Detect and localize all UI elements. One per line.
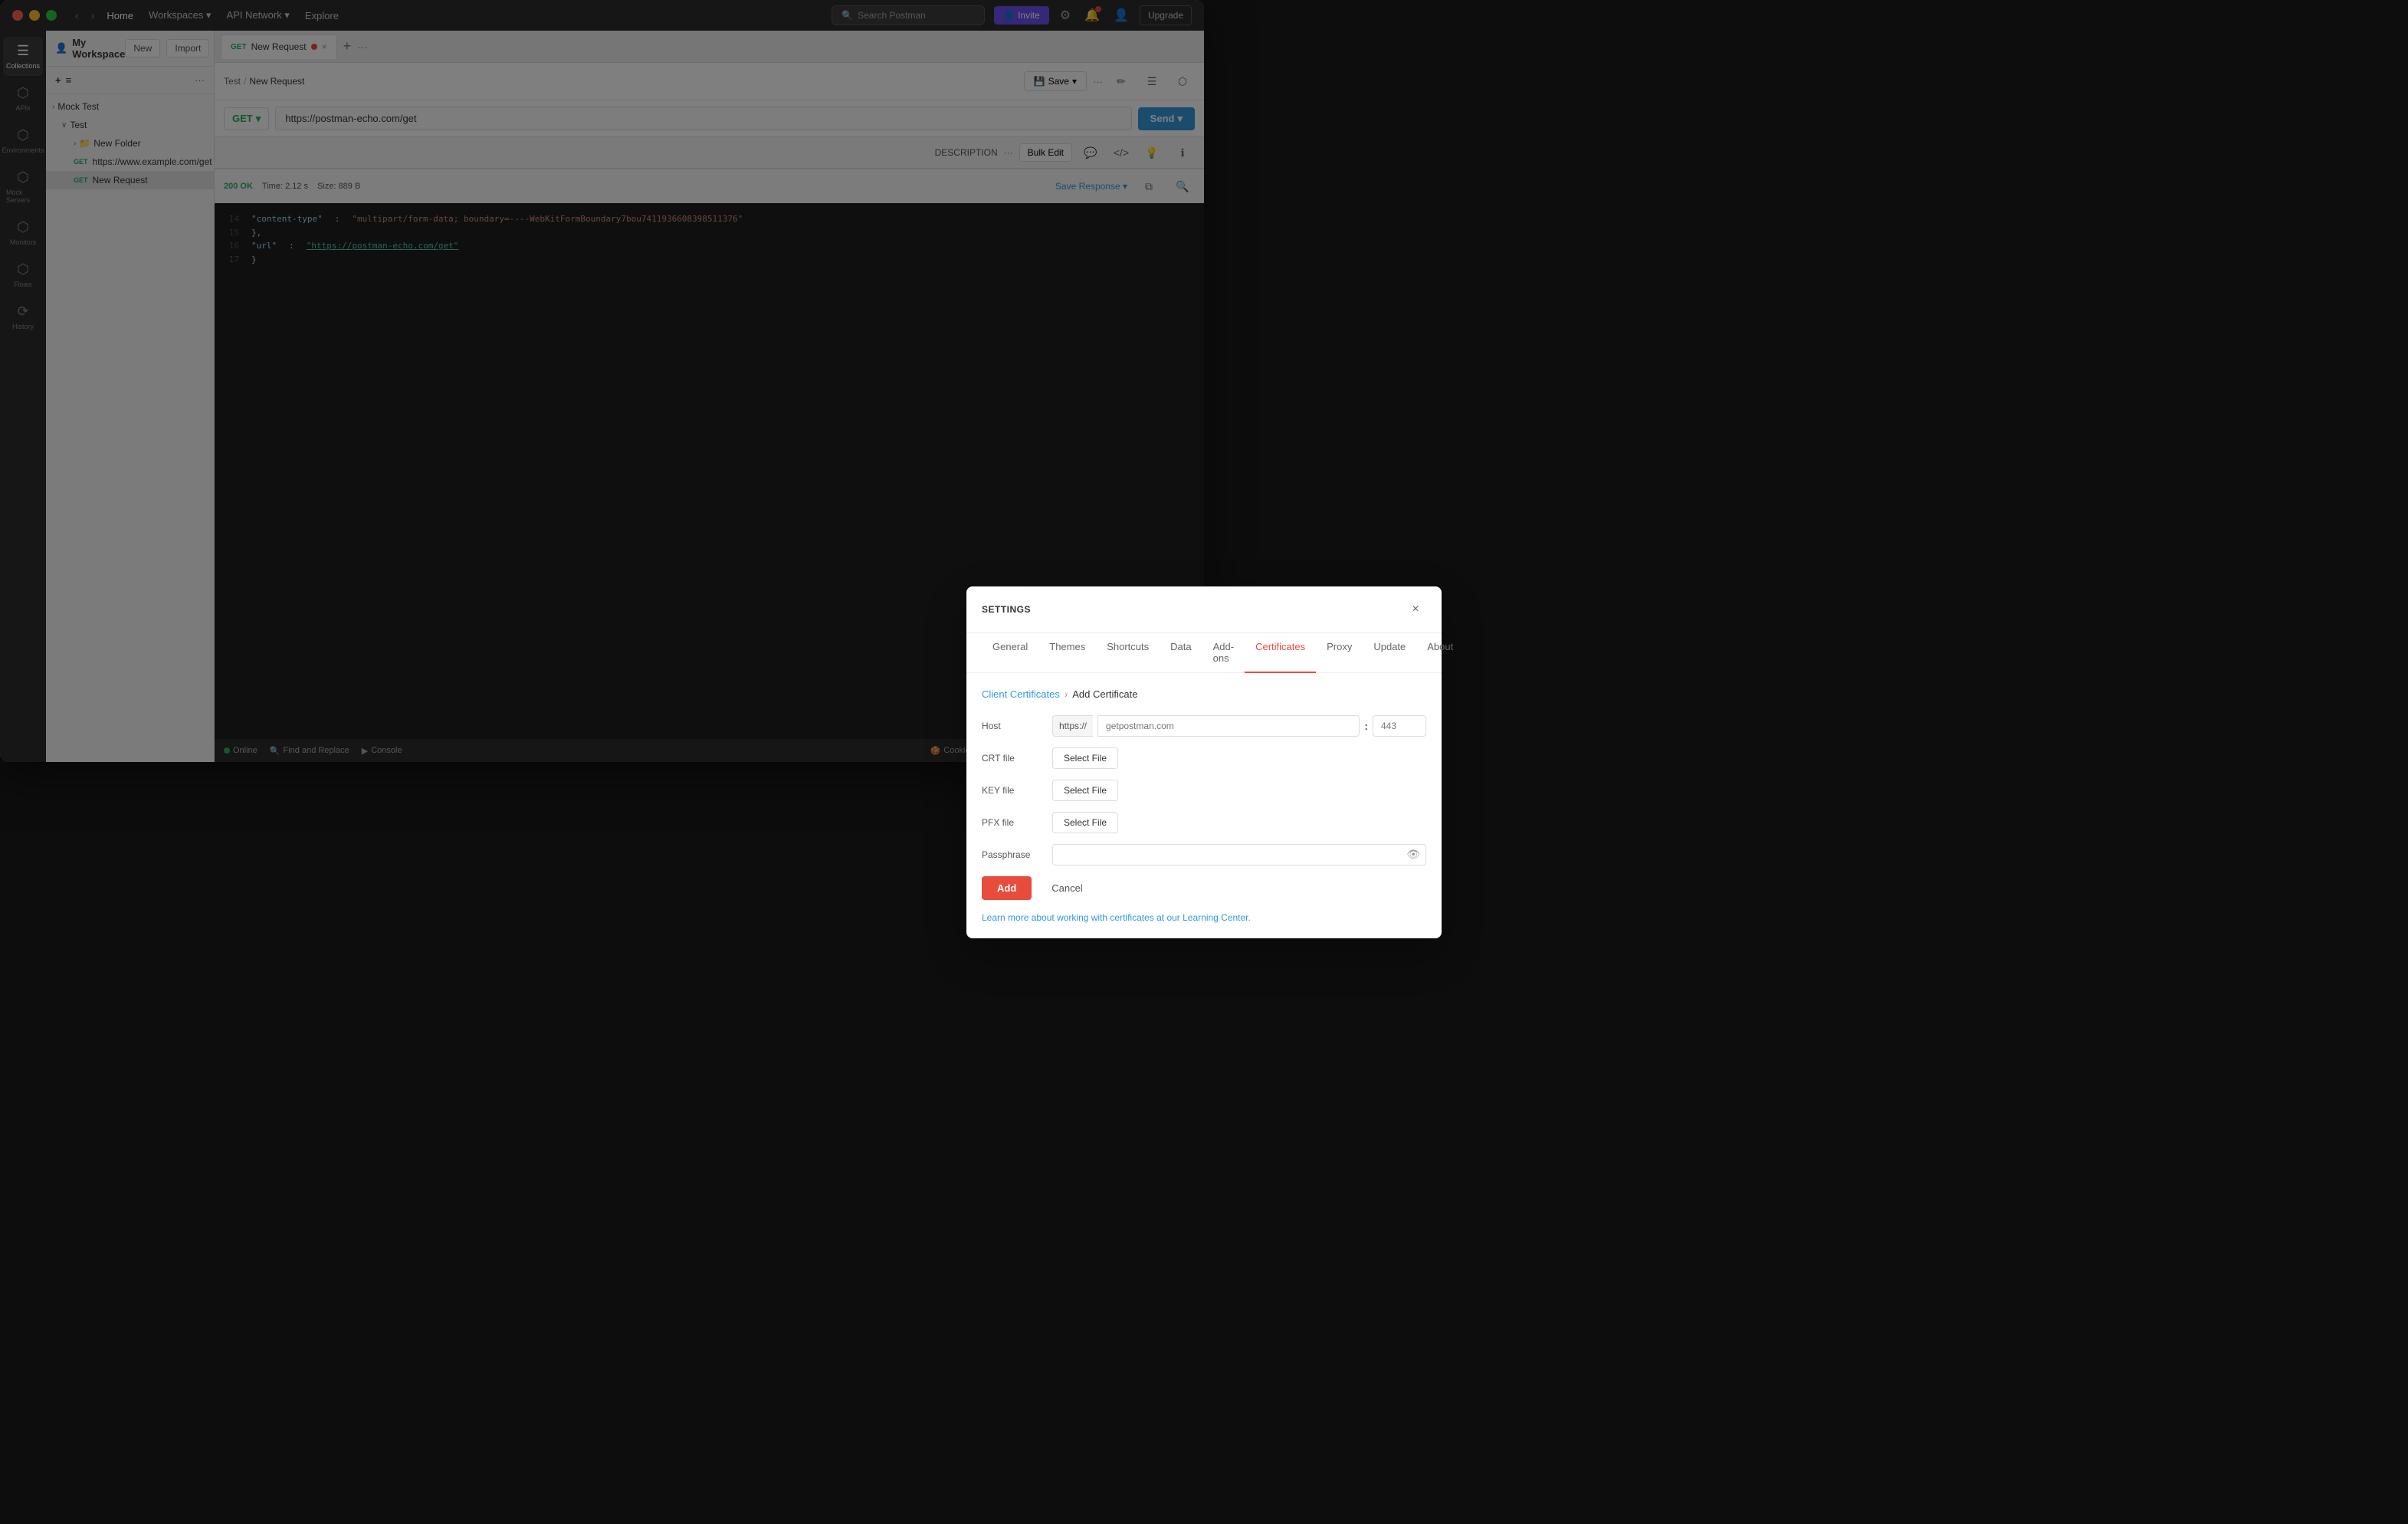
crt-select-button[interactable]: Select File (1052, 747, 1118, 763)
modal-title: SETTINGS (982, 604, 1031, 615)
cert-breadcrumb: Client Certificates › Add Certificate (982, 688, 1204, 700)
settings-modal: SETTINGS × General Themes Shortcuts Data… (966, 586, 1204, 763)
crt-label: CRT file (982, 753, 1043, 763)
tab-data[interactable]: Data (1160, 633, 1202, 673)
crt-row: CRT file Select File (982, 747, 1204, 763)
cert-breadcrumb-separator: › (1065, 688, 1068, 700)
host-prefix: https:// (1052, 715, 1093, 737)
crt-field: Select File (1052, 747, 1204, 763)
host-input[interactable] (1097, 715, 1204, 737)
modal-overlay: SETTINGS × General Themes Shortcuts Data… (0, 0, 1204, 762)
modal-body: Client Certificates › Add Certificate Ho… (966, 673, 1204, 763)
host-label: Host (982, 721, 1043, 731)
cert-breadcrumb-current: Add Certificate (1072, 688, 1137, 700)
tab-themes[interactable]: Themes (1038, 633, 1096, 673)
tab-shortcuts[interactable]: Shortcuts (1096, 633, 1160, 673)
host-field: https:// : (1052, 715, 1204, 737)
modal-header: SETTINGS × (966, 586, 1204, 633)
tab-general[interactable]: General (982, 633, 1038, 673)
app-window: ‹ › Home Workspaces ▾ API Network ▾ Expl… (0, 0, 1204, 762)
cert-breadcrumb-parent[interactable]: Client Certificates (982, 688, 1060, 700)
host-row: Host https:// : (982, 715, 1204, 737)
tab-add-ons[interactable]: Add-ons (1202, 633, 1204, 673)
modal-tabs: General Themes Shortcuts Data Add-ons Ce… (966, 633, 1204, 673)
